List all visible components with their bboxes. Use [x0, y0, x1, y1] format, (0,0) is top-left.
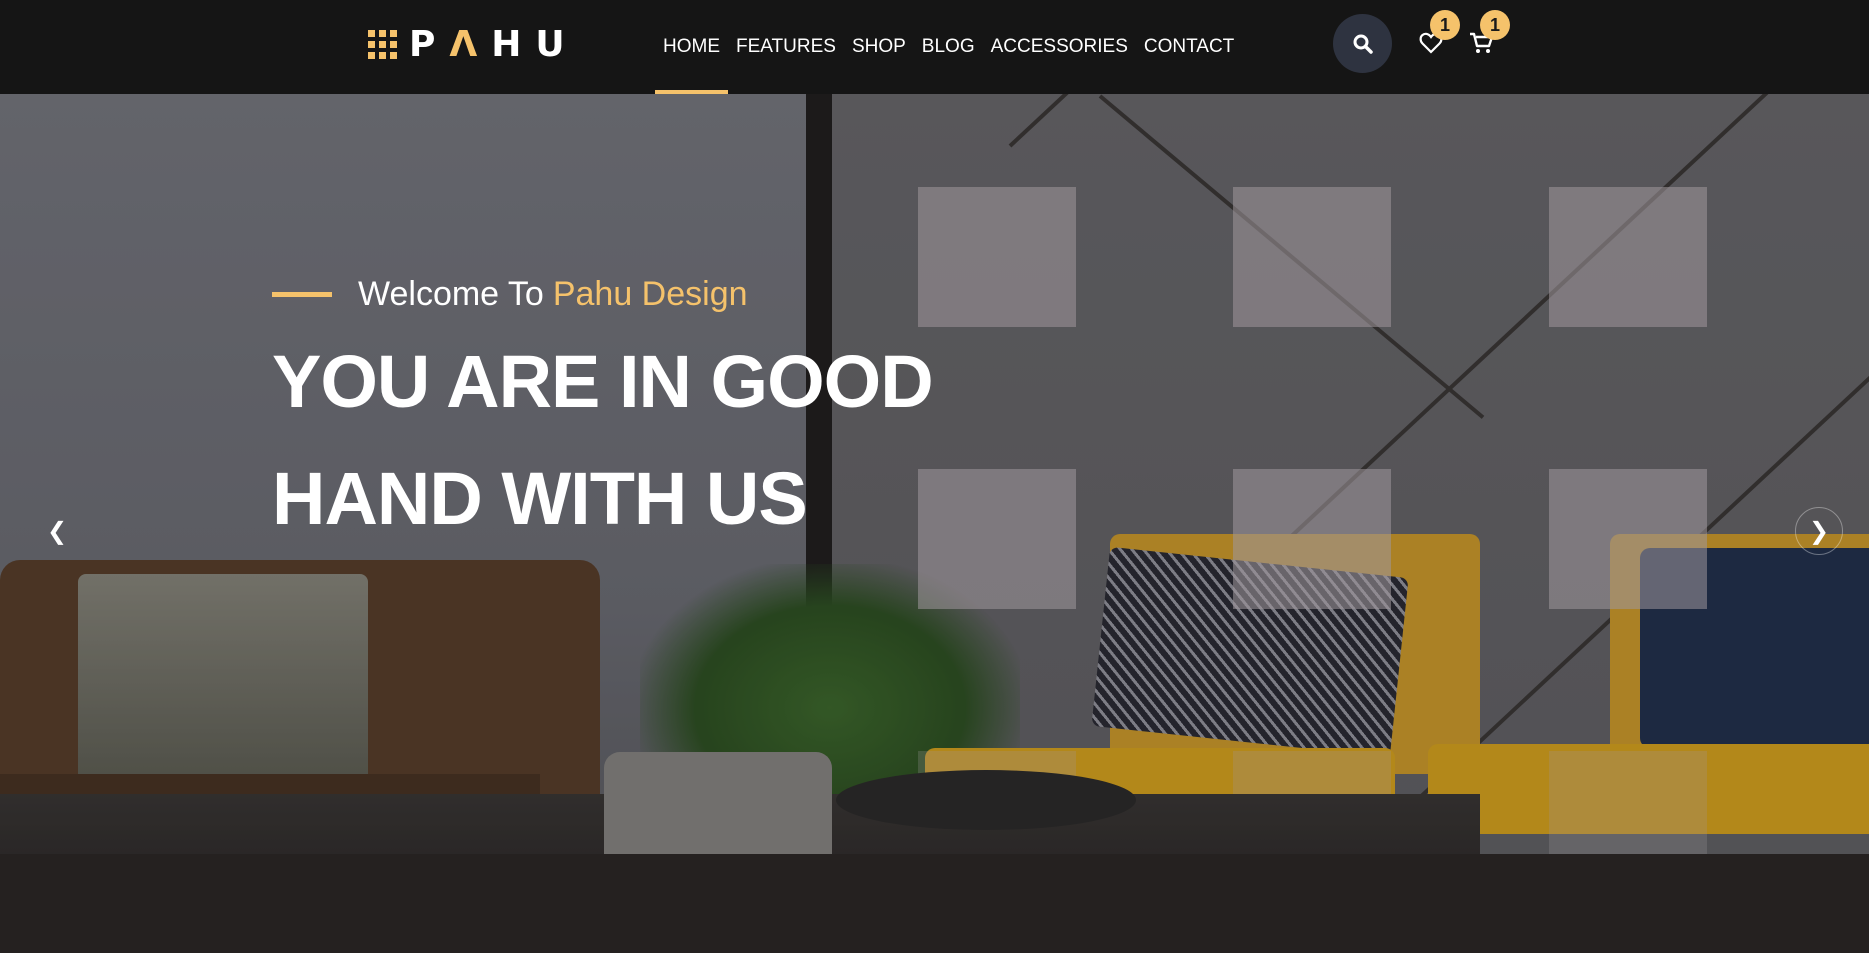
slider-prev-arrow-icon[interactable]: ❮ [33, 507, 81, 555]
hero-caption: Welcome To Pahu Design YOU ARE IN GOOD H… [272, 274, 934, 557]
search-button[interactable] [1333, 14, 1392, 73]
welcome-accent: Pahu Design [552, 274, 748, 313]
hero-slider: Welcome To Pahu Design YOU ARE IN GOOD H… [0, 94, 1869, 953]
nav-item-features[interactable]: FEATURES [728, 0, 844, 94]
main-nav: HOME FEATURES SHOP BLOG ACCESSORIES CONT… [655, 0, 1242, 94]
search-icon [1353, 34, 1373, 54]
hero-welcome: Welcome To Pahu Design [272, 274, 933, 314]
logo[interactable]: PΛHU [368, 23, 579, 65]
wishlist-button[interactable]: 1 [1416, 10, 1460, 58]
hero-headline: YOU ARE IN GOOD HAND WITH US [272, 323, 934, 557]
cart-button[interactable]: 1 [1466, 10, 1510, 58]
welcome-divider [272, 291, 332, 297]
nav-item-home[interactable]: HOME [655, 0, 728, 94]
wishlist-count-badge: 1 [1430, 10, 1460, 40]
logo-dots-icon [368, 29, 397, 59]
slider-next-arrow-icon[interactable]: ❯ [1795, 507, 1843, 555]
hero-headline-line-2: HAND WITH US [272, 457, 808, 540]
welcome-prefix: Welcome To [358, 274, 544, 313]
nav-item-contact[interactable]: CONTACT [1136, 0, 1242, 94]
nav-item-shop[interactable]: SHOP [844, 0, 914, 94]
logo-text: PΛHU [409, 23, 579, 65]
nav-item-accessories[interactable]: ACCESSORIES [983, 0, 1136, 94]
cart-count-badge: 1 [1480, 10, 1510, 40]
hero-headline-line-1: YOU ARE IN GOOD [272, 340, 934, 423]
site-header: PΛHU HOME FEATURES SHOP BLOG ACCESSORIES… [0, 0, 1869, 94]
nav-item-blog[interactable]: BLOG [914, 0, 983, 94]
